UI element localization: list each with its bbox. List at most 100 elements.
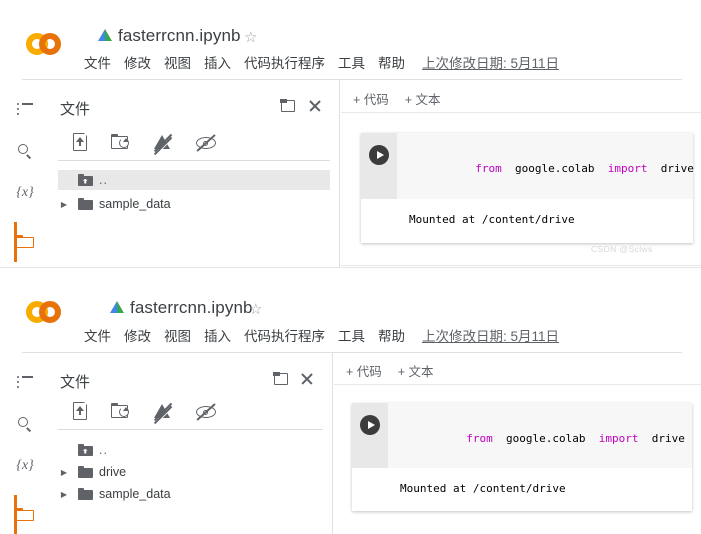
menu-item-tools[interactable]: 工具 [338,325,365,345]
list-item[interactable]: ▶ sample_data [58,484,323,504]
list-item[interactable]: ▶ drive [58,462,323,482]
notebook-filename[interactable]: fasterrcnn.ipynb [118,26,241,46]
drive-triangle-icon [110,301,124,314]
cell-output-text: Mounted at /content/drive [400,482,566,495]
star-icon[interactable]: ☆ [249,300,262,318]
colab-logo-ring-right [39,301,61,323]
cell-gutter [352,403,388,468]
close-icon[interactable] [308,99,322,113]
menu-item-edit[interactable]: 修改 [124,325,151,345]
refresh-folder-icon[interactable] [110,401,132,423]
chevron-right-icon[interactable]: ▶ [58,468,70,477]
menu-item-help[interactable]: 帮助 [378,52,405,72]
menu-item-help[interactable]: 帮助 [378,325,405,345]
list-item-label: .. [99,173,108,187]
menu-item-file[interactable]: 文件 [84,325,111,345]
menu-item-view[interactable]: 视图 [164,325,191,345]
menu-item-runtime[interactable]: 代码执行程序 [244,325,325,345]
variables-icon: {x} [16,458,34,473]
list-item[interactable]: .. [58,170,330,190]
folder-icon [78,488,93,500]
list-item[interactable]: .. [58,440,323,460]
menu-item-edit[interactable]: 修改 [124,52,151,72]
menu-item-file[interactable]: 文件 [84,52,111,72]
sidebar-item-variables[interactable]: {x} [12,453,38,479]
colab-logo[interactable] [26,299,70,325]
upload-file-icon[interactable] [70,401,92,423]
sidebar-item-variables[interactable]: {x} [12,180,38,206]
upload-file-icon[interactable] [70,132,92,154]
chevron-right-icon[interactable]: ▶ [58,200,70,209]
folder-icon [78,466,93,478]
list-item-label: sample_data [99,197,171,211]
code-token-import: import [607,162,648,175]
run-cell-icon[interactable] [369,145,389,165]
eye-off-icon[interactable] [195,132,217,154]
list-item-label: sample_data [99,487,171,501]
files-panel-bottom: 文件 .. ▶ drive ▶ sample_data [48,353,333,534]
run-cell-icon[interactable] [360,415,380,435]
folder-icon [16,507,34,521]
open-in-new-window-icon[interactable] [273,372,288,385]
notebook-filename[interactable]: fasterrcnn.ipynb [130,298,253,318]
folder-icon [16,234,34,248]
files-panel-title: 文件 [60,374,91,391]
sidebar-item-search[interactable] [12,138,38,164]
toolbar-divider [341,112,701,113]
last-modified-label[interactable]: 上次修改日期: 5月11日 [422,52,559,72]
list-item[interactable]: ▶ sample_data [58,194,330,214]
cell-output-area: Mounted at /content/drive [352,468,692,511]
star-icon[interactable]: ☆ [244,28,257,46]
code-token-module: google.colab [492,432,599,445]
bottom-divider-top [341,265,701,266]
sidebar-item-table-of-contents[interactable] [12,369,38,395]
notebook-toolbar-bottom: + 代码 + 文本 [346,361,450,380]
mount-drive-off-icon[interactable] [152,401,174,425]
drive-triangle-icon [98,29,112,42]
app-header-top: fasterrcnn.ipynb ☆ 文件 修改 视图 插入 代码执行程序 工具 帮助 上次修… [0,0,701,80]
code-token-module: google.colab [501,162,608,175]
toc-icon [17,376,33,388]
sidebar-item-table-of-contents[interactable] [12,96,38,122]
code-token-drive: drive [647,162,694,175]
code-cell[interactable]: from google.colab import drive drive.mou… [361,133,694,243]
menu-item-tools[interactable]: 工具 [338,52,365,72]
close-icon[interactable] [300,372,314,386]
add-code-cell-button[interactable]: + 代码 [353,93,389,107]
search-icon [17,416,33,432]
search-icon [17,143,33,159]
cell-code-area[interactable]: from google.colab import drive drive.mou… [397,133,694,220]
eye-off-icon[interactable] [195,401,217,423]
sidebar-item-files[interactable] [12,228,38,254]
panel-right-divider [339,80,340,268]
menu-item-insert[interactable]: 插入 [204,52,231,72]
toc-icon [17,103,33,115]
refresh-folder-icon[interactable] [110,132,132,154]
notebook-toolbar-top: + 代码 + 文本 [353,89,457,108]
parent-folder-icon [78,444,93,456]
code-line-1: from google.colab import drive [400,416,692,461]
sidebar-item-files[interactable] [12,501,38,527]
code-cell[interactable]: from google.colab import drive drive.mou… [352,403,692,511]
menu-item-view[interactable]: 视图 [164,52,191,72]
last-modified-label[interactable]: 上次修改日期: 5月11日 [422,325,559,345]
sidebar-item-search[interactable] [12,411,38,437]
menu-item-runtime[interactable]: 代码执行程序 [244,52,325,72]
cell-gutter [361,133,397,199]
colab-logo[interactable] [26,31,70,57]
cell-code-area[interactable]: from google.colab import drive drive.mou… [388,403,692,490]
cell-output-area: Mounted at /content/drive [361,199,693,243]
menu-bar-top: 文件 修改 视图 插入 代码执行程序 工具 帮助 上次修改日期: 5月11日 [84,52,572,72]
add-text-cell-button[interactable]: + 文本 [405,93,441,107]
add-text-cell-button[interactable]: + 文本 [398,365,434,379]
chevron-right-icon[interactable]: ▶ [58,490,70,499]
open-in-new-window-icon[interactable] [280,99,295,112]
variables-icon: {x} [16,185,34,200]
list-item-label: .. [99,443,108,457]
colab-logo-ring-right [39,33,61,55]
add-code-cell-button[interactable]: + 代码 [346,365,382,379]
colab-screenshot-top: fasterrcnn.ipynb ☆ 文件 修改 视图 插入 代码执行程序 工具 帮助 上次修… [0,0,701,268]
colab-screenshot-bottom: fasterrcnn.ipynb ☆ 文件 修改 视图 插入 代码执行程序 工具 帮助 上次修… [0,268,701,534]
mount-drive-off-icon[interactable] [152,132,174,156]
menu-item-insert[interactable]: 插入 [204,325,231,345]
